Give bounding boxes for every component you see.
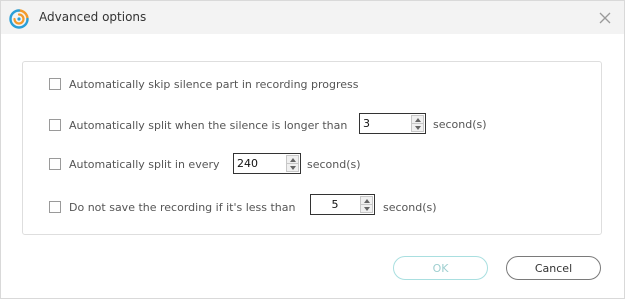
min-length-label: Do not save the recording if it's less t… — [69, 200, 296, 214]
split-on-silence-checkbox[interactable] — [49, 119, 61, 131]
ok-button[interactable]: OK — [393, 256, 488, 280]
caret-down-icon — [414, 125, 421, 130]
min-length-up-button[interactable] — [360, 196, 373, 205]
advanced-options-dialog: Advanced options Automatically skip sile… — [0, 0, 625, 299]
close-icon[interactable] — [597, 10, 613, 26]
silence-seconds-down-button[interactable] — [411, 124, 424, 132]
cancel-button[interactable]: Cancel — [506, 256, 601, 280]
caret-up-icon — [363, 198, 370, 203]
min-length-checkbox[interactable] — [49, 201, 61, 213]
split-every-stepper — [233, 153, 301, 174]
split-every-down-button[interactable] — [286, 164, 299, 172]
caret-up-icon — [414, 117, 421, 122]
options-panel: Automatically skip silence part in recor… — [22, 61, 602, 235]
split-every-input[interactable] — [234, 154, 285, 173]
split-every-unit: second(s) — [307, 158, 361, 171]
silence-seconds-unit: second(s) — [433, 118, 487, 131]
split-every-checkbox[interactable] — [49, 158, 61, 170]
min-length-down-button[interactable] — [360, 205, 373, 213]
split-every-label: Automatically split in every — [69, 157, 220, 171]
skip-silence-label: Automatically skip silence part in recor… — [69, 77, 359, 91]
caret-down-icon — [363, 206, 370, 211]
silence-seconds-stepper — [359, 113, 426, 134]
option-split-on-silence: Automatically split when the silence is … — [49, 115, 347, 135]
title-bar: Advanced options — [1, 1, 624, 34]
option-skip-silence: Automatically skip silence part in recor… — [49, 74, 359, 94]
app-logo-icon — [9, 9, 29, 29]
split-every-up-button[interactable] — [286, 155, 299, 164]
silence-seconds-input[interactable] — [360, 114, 410, 133]
caret-up-icon — [289, 157, 296, 162]
dialog-title: Advanced options — [39, 10, 147, 24]
min-length-input[interactable] — [311, 195, 359, 214]
option-min-length: Do not save the recording if it's less t… — [49, 197, 295, 217]
silence-seconds-up-button[interactable] — [411, 115, 424, 124]
caret-down-icon — [289, 165, 296, 170]
skip-silence-checkbox[interactable] — [49, 78, 61, 90]
split-on-silence-label: Automatically split when the silence is … — [69, 118, 348, 132]
option-split-every: Automatically split in every — [49, 154, 220, 174]
min-length-stepper — [310, 194, 375, 215]
min-length-unit: second(s) — [383, 201, 437, 214]
